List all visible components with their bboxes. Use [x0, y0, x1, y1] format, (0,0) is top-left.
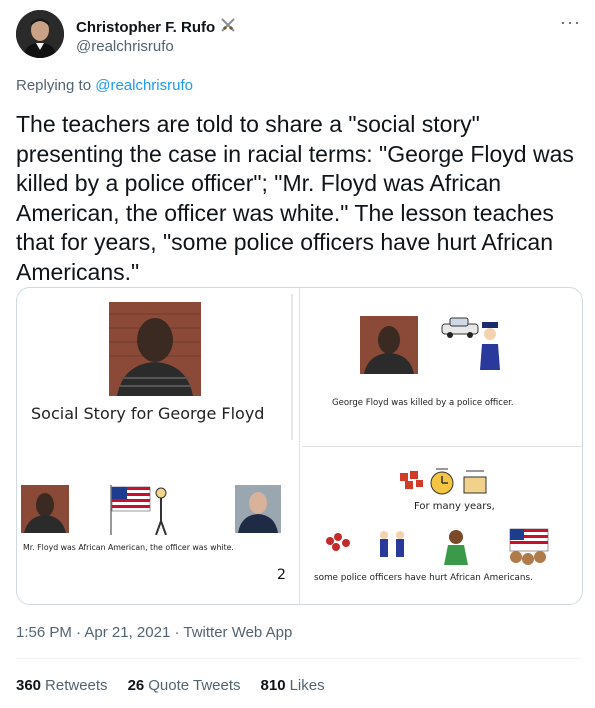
meta-separator: ·	[71, 624, 85, 641]
officer-photo	[235, 485, 281, 533]
media-panel-killed[interactable]: George Floyd was killed by a police offi…	[302, 288, 582, 446]
george-floyd-photo	[109, 302, 201, 396]
media-panel-officer-white[interactable]: Mr. Floyd was African American, the offi…	[17, 449, 299, 604]
more-options-icon[interactable]: ···	[560, 12, 581, 33]
floyd-photo-small	[360, 316, 418, 374]
tweet-meta: 1:56 PM · Apr 21, 2021 · Twitter Web App	[16, 624, 292, 641]
officers-hurt-caption: some police officers have hurt African A…	[314, 573, 533, 583]
media-panel-many-years[interactable]: For many years, some police officers hav…	[302, 449, 582, 604]
calendar-clock-icons	[398, 467, 490, 497]
scroll-divider	[291, 294, 293, 440]
killed-caption: George Floyd was killed by a police offi…	[332, 398, 514, 408]
likes-label: Likes	[289, 677, 325, 694]
quote-tweets-count: 26	[127, 677, 145, 694]
media-horizontal-gap	[302, 446, 582, 449]
tweet-header: Christopher F. Rufo @realchrisrufo ···	[16, 10, 581, 62]
author-avatar[interactable]	[16, 10, 64, 58]
social-story-title: Social Story for George Floyd	[31, 404, 265, 423]
author-name[interactable]: Christopher F. Rufo	[76, 16, 237, 38]
us-flag-person-icon	[109, 485, 173, 536]
officer-white-caption: Mr. Floyd was African American, the offi…	[23, 543, 234, 552]
crossed-swords-icon	[219, 16, 237, 38]
tweet-media[interactable]: Social Story for George Floyd George Flo…	[16, 287, 583, 605]
tweet-date[interactable]: Apr 21, 2021	[84, 624, 170, 641]
meta-separator: ·	[170, 624, 184, 641]
tweet-stats: 360 Retweets 26 Quote Tweets 810 Likes	[16, 677, 325, 694]
likes-stat[interactable]: 810 Likes	[261, 677, 325, 694]
author-handle[interactable]: @realchrisrufo	[76, 38, 174, 55]
retweets-label: Retweets	[45, 677, 108, 694]
tweet-text: The teachers are told to share a "social…	[16, 111, 574, 285]
tweet-time[interactable]: 1:56 PM	[16, 624, 72, 641]
quote-tweets-stat[interactable]: 26 Quote Tweets	[128, 677, 241, 694]
replying-to-prefix: Replying to	[16, 77, 96, 94]
media-panel-social-story[interactable]: Social Story for George Floyd	[17, 288, 299, 446]
quote-tweets-label: Quote Tweets	[148, 677, 241, 694]
floyd-photo-tiny	[21, 485, 69, 533]
likes-count: 810	[260, 677, 286, 694]
retweets-count: 360	[16, 677, 42, 694]
retweets-stat[interactable]: 360 Retweets	[16, 677, 108, 694]
tweet-source[interactable]: Twitter Web App	[183, 624, 292, 641]
reply-mention-link[interactable]: @realchrisrufo	[95, 77, 193, 94]
replying-to: Replying to @realchrisrufo	[16, 77, 193, 94]
many-years-caption: For many years,	[414, 501, 495, 512]
police-car-officer-icon	[440, 314, 510, 372]
divider-top	[16, 658, 581, 659]
page-number: 2	[277, 567, 286, 583]
author-name-text[interactable]: Christopher F. Rufo	[76, 19, 215, 36]
officers-hurt-icons	[324, 527, 556, 567]
